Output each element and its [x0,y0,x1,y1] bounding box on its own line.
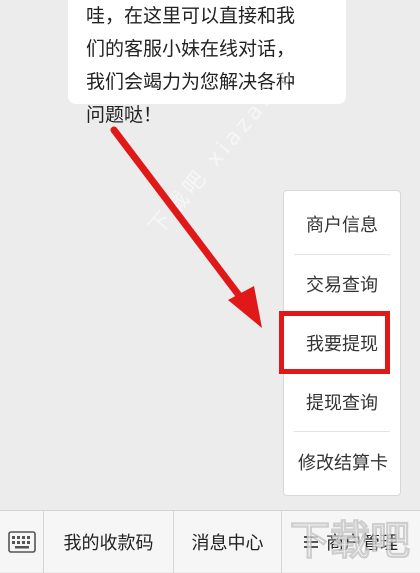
tab-label: 商户管理 [326,533,398,554]
menu-item-label: 提现查询 [306,393,378,414]
bottom-toolbar: 我的收款码 消息中心 商户管理 [0,510,420,573]
menu-divider [294,431,390,432]
menu-item-withdraw-query[interactable]: 提现查询 [284,373,400,431]
keyboard-toggle-button[interactable] [0,511,44,573]
menu-item-transaction-query[interactable]: 交易查询 [284,255,400,313]
chat-message-bubble: 哇，在这里可以直接和我 们的客服小妹在线对话， 我们会竭力为您解决各种 问题哒！ [68,0,346,126]
keyboard-icon [7,531,36,553]
highlight-box [279,311,390,374]
tab-label: 我的收款码 [63,533,154,554]
tab-label: 消息中心 [191,533,264,554]
chat-line: 们的客服小妹在线对话， [86,38,296,60]
tab-my-payment-code[interactable]: 我的收款码 [44,511,174,573]
tab-message-center[interactable]: 消息中心 [174,511,282,573]
menu-item-merchant-info[interactable]: 商户信息 [284,195,400,253]
chat-line: 哇，在这里可以直接和我 [86,5,296,27]
menu-item-modify-settlement-card[interactable]: 修改结算卡 [284,433,400,491]
menu-item-label: 修改结算卡 [298,453,388,474]
menu-item-label: 商户信息 [306,215,378,236]
hamburger-icon [304,533,318,551]
tab-merchant-management[interactable]: 商户管理 [282,511,420,573]
menu-item-label: 交易查询 [306,275,378,296]
chat-line: 问题哒！ [86,104,163,126]
